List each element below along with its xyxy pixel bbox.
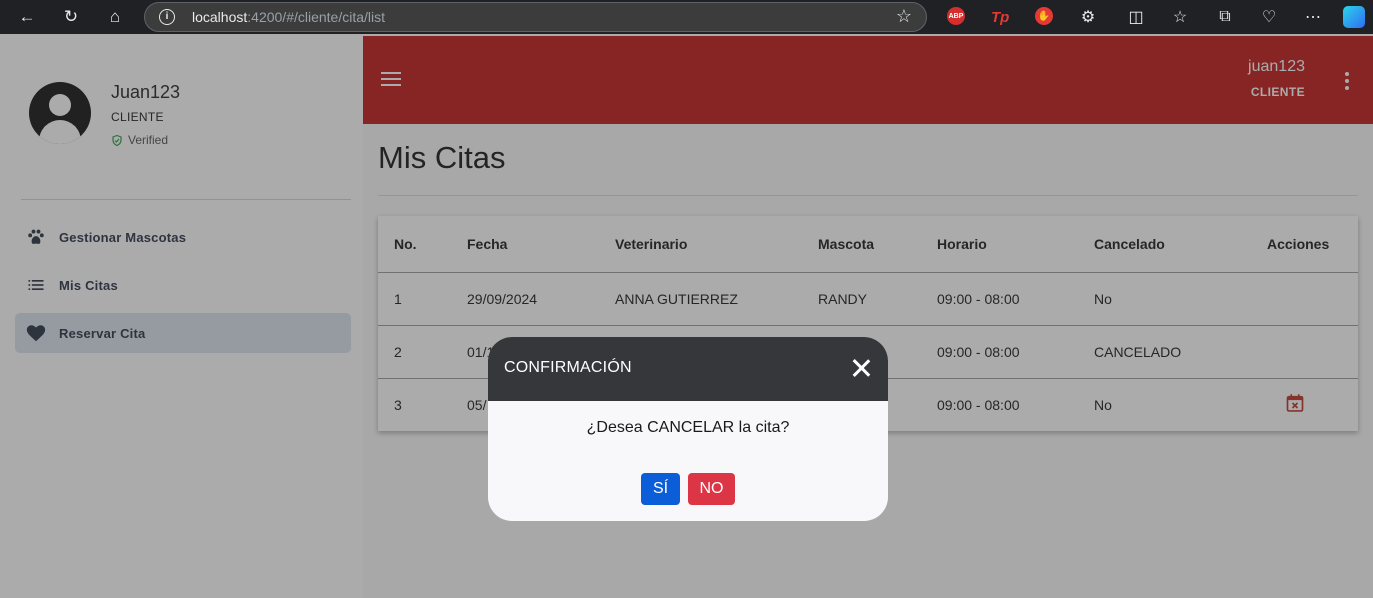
copilot-icon[interactable] <box>1343 6 1365 28</box>
url-text[interactable]: localhost:4200/#/cliente/cita/list <box>192 9 385 25</box>
dialog-message: ¿Desea CANCELAR la cita? <box>586 419 790 436</box>
reload-icon[interactable]: ↻ <box>60 6 82 28</box>
dialog-title: CONFIRMACIÓN <box>504 359 632 376</box>
extensions-puzzle-icon[interactable]: ⚙ <box>1077 7 1099 27</box>
browser-toolbar: ← ↻ ⌂ i localhost:4200/#/cliente/cita/li… <box>0 0 1373 34</box>
browser-essentials-icon[interactable]: ♡ <box>1258 7 1280 27</box>
hand-extension-icon[interactable]: ✋ <box>1035 7 1053 25</box>
home-icon[interactable]: ⌂ <box>104 6 126 28</box>
yes-button[interactable]: SÍ <box>641 473 680 505</box>
more-menu-icon[interactable]: ⋯ <box>1302 7 1324 27</box>
site-info-icon[interactable]: i <box>159 9 175 25</box>
tp-extension-icon[interactable]: Tp <box>991 7 1009 27</box>
favorites-icon[interactable]: ☆ <box>1169 7 1191 27</box>
adblock-extension-icon[interactable]: ABP <box>947 7 965 25</box>
back-icon[interactable]: ← <box>16 6 38 28</box>
dialog-header: CONFIRMACIÓN <box>488 337 888 401</box>
favorite-star-icon[interactable]: ☆ <box>896 6 912 27</box>
confirmation-dialog: CONFIRMACIÓN ¿Desea CANCELAR la cita? SÍ… <box>488 337 888 521</box>
close-icon[interactable] <box>852 359 870 377</box>
address-bar[interactable]: i localhost:4200/#/cliente/cita/list ☆ <box>144 2 927 32</box>
no-button[interactable]: NO <box>688 473 735 505</box>
split-screen-icon[interactable]: ◫ <box>1125 7 1147 27</box>
collections-icon[interactable]: ⧉ <box>1214 7 1236 27</box>
